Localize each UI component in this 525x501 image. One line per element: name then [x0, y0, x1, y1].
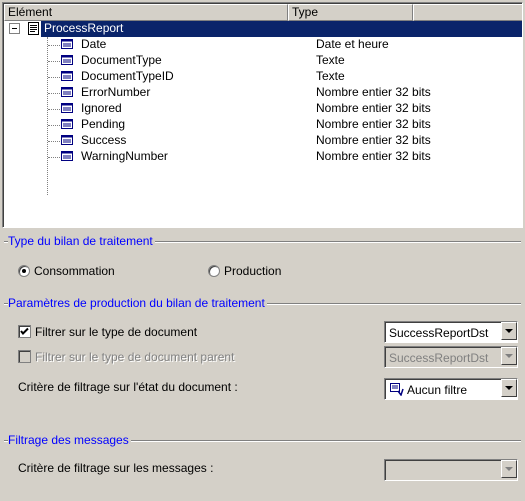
filter-parent-type-label: Filtrer sur le type de document parent [35, 350, 235, 364]
field-type: Nombre entier 32 bits [316, 117, 431, 131]
field-icon [61, 151, 73, 161]
filter-icon [390, 383, 404, 396]
chevron-down-icon[interactable] [501, 379, 517, 397]
chevron-down-icon[interactable] [501, 460, 517, 478]
chevron-down-icon[interactable] [501, 347, 517, 365]
element-tree[interactable]: Elément Type ProcessReport Date Date et … [2, 2, 523, 228]
field-name: Date [81, 37, 107, 51]
field-type: Texte [316, 53, 345, 67]
document-icon [28, 22, 39, 35]
checkbox-checked-icon[interactable] [18, 325, 31, 338]
type-group: Type du bilan de traitement Consommation… [4, 234, 521, 286]
field-name: WarningNumber [81, 149, 168, 163]
state-criteria-value: Aucun filtre [407, 383, 468, 397]
parent-type-select[interactable]: SuccessReportDst [384, 346, 518, 368]
tree-row[interactable]: Ignored Nombre entier 32 bits [4, 101, 522, 117]
tree-row[interactable]: ErrorNumber Nombre entier 32 bits [4, 85, 522, 101]
field-type: Date et heure [316, 37, 389, 51]
consommation-radio[interactable]: Consommation [18, 263, 148, 279]
checkbox-unchecked-icon[interactable] [18, 350, 31, 363]
radio-unselected-icon[interactable] [208, 265, 220, 277]
doc-type-value: SuccessReportDst [389, 326, 489, 340]
filter-doc-type-label: Filtrer sur le type de document [35, 325, 198, 339]
radio-selected-icon[interactable] [18, 265, 30, 277]
messages-criteria-select[interactable] [384, 459, 518, 481]
tree-row[interactable]: WarningNumber Nombre entier 32 bits [4, 149, 522, 165]
params-group: Paramètres de production du bilan de tra… [4, 296, 521, 423]
field-name: DocumentTypeID [81, 69, 174, 83]
messages-group: Filtrage des messages Critère de filtrag… [4, 433, 521, 500]
field-icon [61, 71, 73, 81]
messages-criteria-label: Critère de filtrage sur les messages : [18, 461, 214, 475]
consommation-label: Consommation [34, 264, 115, 278]
filter-doc-type-checkbox[interactable]: Filtrer sur le type de document [18, 324, 258, 340]
parent-type-value: SuccessReportDst [389, 351, 489, 365]
tree-root-label: ProcessReport [41, 21, 522, 37]
field-name: Success [81, 133, 127, 147]
state-criteria-select[interactable]: Aucun filtre [384, 378, 518, 400]
field-icon [61, 119, 73, 129]
field-icon [61, 39, 73, 49]
field-icon [61, 103, 73, 113]
params-group-title: Paramètres de production du bilan de tra… [8, 296, 267, 310]
field-type: Nombre entier 32 bits [316, 101, 431, 115]
field-type: Nombre entier 32 bits [316, 133, 431, 147]
doc-type-select[interactable]: SuccessReportDst [384, 321, 518, 343]
tree-row[interactable]: Date Date et heure [4, 37, 522, 53]
tree-row[interactable]: DocumentType Texte [4, 53, 522, 69]
messages-group-title: Filtrage des messages [8, 433, 131, 447]
field-icon [61, 87, 73, 97]
field-name: DocumentType [81, 53, 162, 67]
field-type: Texte [316, 69, 345, 83]
field-icon [61, 55, 73, 65]
tree-row[interactable]: Pending Nombre entier 32 bits [4, 117, 522, 133]
tree-row[interactable]: DocumentTypeID Texte [4, 69, 522, 85]
field-type: Nombre entier 32 bits [316, 85, 431, 99]
field-name: ErrorNumber [81, 85, 151, 99]
tree-root-row[interactable]: ProcessReport [4, 21, 522, 37]
field-icon [61, 135, 73, 145]
collapse-icon[interactable] [9, 23, 20, 34]
column-header-empty[interactable] [413, 4, 522, 21]
filter-parent-type-checkbox[interactable]: Filtrer sur le type de document parent [18, 349, 278, 365]
field-type: Nombre entier 32 bits [316, 149, 431, 163]
chevron-down-icon[interactable] [501, 322, 517, 340]
column-header-type[interactable]: Type [288, 4, 413, 21]
tree-row[interactable]: Success Nombre entier 32 bits [4, 133, 522, 149]
field-name: Pending [81, 117, 126, 131]
column-header-element[interactable]: Elément [4, 4, 288, 21]
type-group-title: Type du bilan de traitement [8, 234, 155, 248]
production-radio[interactable]: Production [208, 263, 308, 279]
field-name: Ignored [81, 101, 122, 115]
state-criteria-label: Critère de filtrage sur l'état du docume… [18, 380, 238, 394]
production-label: Production [224, 264, 282, 278]
